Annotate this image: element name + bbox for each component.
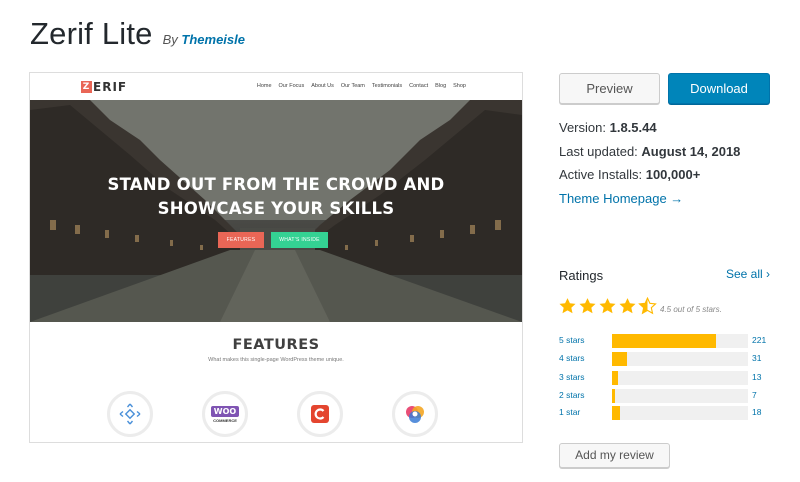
rating-count: 221 bbox=[752, 335, 767, 345]
theme-name: Zerif Lite bbox=[30, 16, 153, 51]
rating-label[interactable]: 3 stars bbox=[559, 372, 585, 382]
move-arrows-icon bbox=[119, 403, 141, 425]
see-all-link[interactable]: See all › bbox=[726, 267, 770, 281]
rating-label[interactable]: 5 stars bbox=[559, 335, 585, 345]
star-full-icon bbox=[599, 298, 616, 314]
features-title: FEATURES bbox=[232, 337, 320, 353]
rating-bar-fill bbox=[612, 389, 615, 403]
theme-screenshot: Z ERIF Home Our Focus About Us Our Team … bbox=[29, 72, 523, 443]
rating-count: 31 bbox=[752, 353, 762, 363]
rating-bar bbox=[612, 334, 748, 348]
demo-features-button: FEATURES bbox=[218, 232, 264, 248]
rating-count: 7 bbox=[752, 390, 757, 400]
by-prefix: By bbox=[162, 32, 178, 47]
version-value: 1.8.5.44 bbox=[609, 120, 657, 135]
woocommerce-icon: WOO COMMERCE bbox=[210, 405, 240, 423]
active-installs-value: 100,000+ bbox=[645, 167, 701, 182]
last-updated-info: Last updated: August 14, 2018 bbox=[559, 144, 740, 159]
version-info: Version: 1.8.5.44 bbox=[559, 120, 657, 135]
demo-nav-item: About Us bbox=[311, 83, 334, 89]
demo-nav-item: Our Focus bbox=[278, 83, 305, 89]
star-half-icon bbox=[638, 297, 657, 315]
woo-sub-text: COMMERCE bbox=[213, 417, 237, 423]
rating-bar bbox=[612, 389, 748, 403]
theme-byline: By Themeisle bbox=[163, 32, 245, 47]
average-rating-text: 4.5 out of 5 stars. bbox=[660, 305, 722, 314]
rating-bar-fill bbox=[612, 334, 716, 348]
version-label: Version: bbox=[559, 120, 606, 135]
rating-label[interactable]: 4 stars bbox=[559, 353, 585, 363]
active-installs-label: Active Installs: bbox=[559, 167, 643, 182]
download-button[interactable]: Download bbox=[668, 73, 770, 104]
rating-label[interactable]: 1 star bbox=[559, 407, 580, 417]
feature-circle bbox=[392, 391, 438, 437]
demo-nav: Home Our Focus About Us Our Team Testimo… bbox=[257, 83, 466, 89]
demo-nav-item: Testimonials bbox=[371, 83, 403, 89]
rating-bar-fill bbox=[612, 406, 620, 420]
rating-bar bbox=[612, 406, 748, 420]
last-updated-value: August 14, 2018 bbox=[641, 144, 741, 159]
hero-title-line1: STAND OUT FROM THE CROWD AND bbox=[107, 175, 445, 194]
star-rating bbox=[558, 297, 657, 315]
preview-button[interactable]: Preview bbox=[559, 73, 660, 104]
star-full-icon bbox=[579, 298, 596, 314]
c-logo-icon bbox=[311, 405, 329, 423]
rating-bar-fill bbox=[612, 352, 627, 366]
hero-title: STAND OUT FROM THE CROWD AND SHOWCASE YO… bbox=[30, 173, 522, 221]
features-subtitle: What makes this single-page WordPress th… bbox=[208, 357, 344, 363]
rating-label[interactable]: 2 stars bbox=[559, 390, 585, 400]
star-full-icon bbox=[619, 298, 636, 314]
rating-bar bbox=[612, 371, 748, 385]
ratings-heading: Ratings bbox=[559, 268, 604, 283]
demo-nav-item: Our Team bbox=[340, 83, 365, 89]
theme-header: Zerif Lite By Themeisle bbox=[30, 16, 245, 52]
last-updated-label: Last updated: bbox=[559, 144, 638, 159]
rating-bar-fill bbox=[612, 371, 618, 385]
demo-logo: Z ERIF bbox=[81, 80, 127, 94]
star-full-icon bbox=[559, 298, 576, 314]
rating-count: 18 bbox=[752, 407, 762, 417]
rating-bar bbox=[612, 352, 748, 366]
demo-hero: STAND OUT FROM THE CROWD AND SHOWCASE YO… bbox=[30, 100, 522, 322]
feature-circle bbox=[107, 391, 153, 437]
woo-text: WOO bbox=[210, 405, 240, 417]
rating-count: 13 bbox=[752, 372, 762, 382]
hero-title-line2: SHOWCASE YOUR SKILLS bbox=[157, 199, 395, 218]
feature-circle bbox=[297, 391, 343, 437]
add-review-button[interactable]: Add my review bbox=[559, 443, 670, 468]
feature-circle: WOO COMMERCE bbox=[202, 391, 248, 437]
theme-homepage-link[interactable]: Theme Homepage → bbox=[559, 191, 683, 206]
demo-nav-item: Home bbox=[256, 83, 272, 89]
demo-nav-item: Contact bbox=[409, 83, 429, 89]
demo-nav-item: Blog bbox=[435, 83, 447, 89]
active-installs-info: Active Installs: 100,000+ bbox=[559, 167, 700, 182]
demo-features: FEATURES What makes this single-page Wor… bbox=[30, 322, 522, 442]
color-wheel-icon bbox=[406, 406, 424, 423]
author-link[interactable]: Themeisle bbox=[181, 32, 245, 47]
logo-text: ERIF bbox=[93, 80, 128, 94]
demo-whats-inside-button: WHAT'S INSIDE bbox=[271, 232, 328, 248]
demo-header: Z ERIF Home Our Focus About Us Our Team … bbox=[30, 73, 522, 100]
logo-mark: Z bbox=[81, 81, 92, 93]
demo-nav-item: Shop bbox=[453, 83, 466, 89]
